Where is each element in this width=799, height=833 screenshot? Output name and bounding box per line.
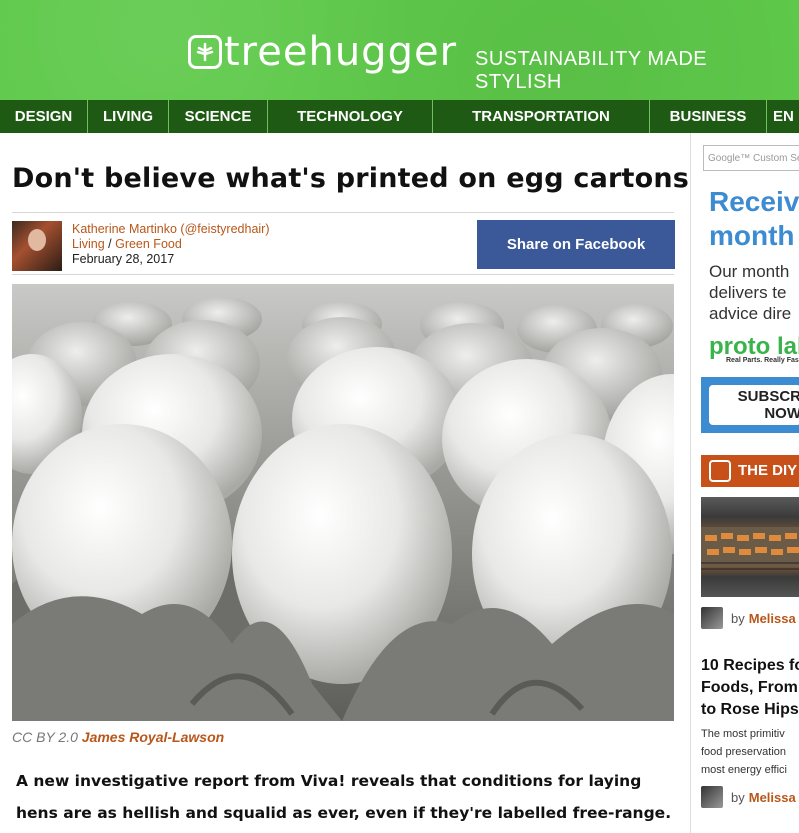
site-tagline: SUSTAINABILITY MADE STYLISH: [475, 48, 708, 93]
tree-icon: [709, 460, 731, 482]
hero-image-eggs: [12, 284, 674, 721]
tree-icon: [188, 35, 222, 69]
author-avatar[interactable]: [701, 607, 723, 629]
sponsor-tagline: Real Parts. Really Fas: [726, 357, 799, 364]
newsletter-heading-line: Receiv: [709, 186, 799, 217]
divider: [12, 274, 674, 275]
sidebar: Google™ Custom Se Receiv month Our month…: [690, 133, 799, 833]
recipe-title-line: Foods, From: [701, 679, 798, 696]
category-separator: /: [104, 237, 116, 251]
by-prefix: by: [731, 610, 745, 626]
nav-item-transportation[interactable]: TRANSPORTATION: [433, 100, 650, 133]
nav-item-truncated[interactable]: EN: [767, 100, 799, 133]
author-avatar[interactable]: [12, 221, 62, 271]
newsletter-text: Our month delivers te advice dire: [709, 261, 791, 324]
caption-author-link[interactable]: James Royal-Lawson: [82, 729, 224, 745]
site-logo[interactable]: treehugger: [188, 30, 457, 74]
author-link[interactable]: Melissa B: [749, 611, 799, 626]
subscribe-label: NOW: [764, 405, 799, 422]
site-header: treehugger SUSTAINABILITY MADE STYLISH: [0, 0, 799, 100]
newsletter-heading: Receiv month: [709, 185, 799, 253]
recipe-title-link[interactable]: 10 Recipes fo Foods, From to Rose Hips: [701, 655, 799, 721]
nav-item-living[interactable]: LIVING: [88, 100, 169, 133]
diy-section-header[interactable]: THE DIY: [701, 455, 799, 487]
caption-license[interactable]: CC BY 2.0: [12, 729, 78, 745]
recipe-excerpt-line: food preservation: [701, 746, 786, 758]
newsletter-text-line: advice dire: [709, 304, 792, 323]
recipe-excerpt-line: most energy effici: [701, 764, 788, 776]
recipe-excerpt: The most primitiv food preservation most…: [701, 725, 787, 779]
newsletter-text-line: delivers te: [709, 283, 787, 302]
publish-date: February 28, 2017: [72, 252, 175, 266]
image-caption: CC BY 2.0 James Royal-Lawson: [12, 729, 224, 745]
author-handle-link[interactable]: (@feistyredhair): [180, 222, 269, 236]
recipe-title-line: to Rose Hips: [701, 701, 799, 718]
newsletter-text-line: Our month: [709, 262, 790, 281]
divider: [12, 212, 674, 213]
nav-item-business[interactable]: BUSINESS: [650, 100, 767, 133]
author-link[interactable]: Melissa B: [749, 790, 799, 805]
by-prefix: by: [731, 789, 745, 805]
byline: Katherine Martinko (@feistyredhair) Livi…: [12, 221, 270, 271]
recipe-title-line: 10 Recipes fo: [701, 657, 799, 674]
byline-row: by Melissa B: [701, 607, 799, 629]
category-link[interactable]: Living: [72, 237, 105, 251]
subscribe-banner: SUBSCR NOW: [701, 377, 799, 433]
recipe-excerpt-line: The most primitiv: [701, 728, 785, 740]
recipe-thumbnail[interactable]: [701, 497, 799, 597]
subscribe-label: SUBSCR: [737, 388, 799, 405]
article-lede: A new investigative report from Viva! re…: [16, 772, 672, 822]
subcategory-link[interactable]: Green Food: [115, 237, 182, 251]
nav-item-design[interactable]: DESIGN: [0, 100, 88, 133]
google-search-input[interactable]: Google™ Custom Se: [703, 145, 799, 171]
newsletter-heading-line: month: [709, 220, 795, 251]
author-link[interactable]: Katherine Martinko: [72, 222, 177, 236]
subscribe-button[interactable]: SUBSCR NOW: [709, 385, 799, 425]
byline-row: by Melissa B: [701, 786, 799, 808]
article-meta: Katherine Martinko (@feistyredhair) Livi…: [72, 221, 270, 271]
article-title: Don't believe what's printed on egg cart…: [12, 163, 690, 194]
author-avatar[interactable]: [701, 786, 723, 808]
nav-item-science[interactable]: SCIENCE: [169, 100, 268, 133]
logo-text: treehugger: [224, 29, 458, 75]
nav-item-technology[interactable]: TECHNOLOGY: [268, 100, 433, 133]
share-facebook-button[interactable]: Share on Facebook: [477, 220, 675, 269]
diy-section-label: THE DIY: [738, 462, 798, 479]
main-nav: DESIGN LIVING SCIENCE TECHNOLOGY TRANSPO…: [0, 100, 799, 133]
